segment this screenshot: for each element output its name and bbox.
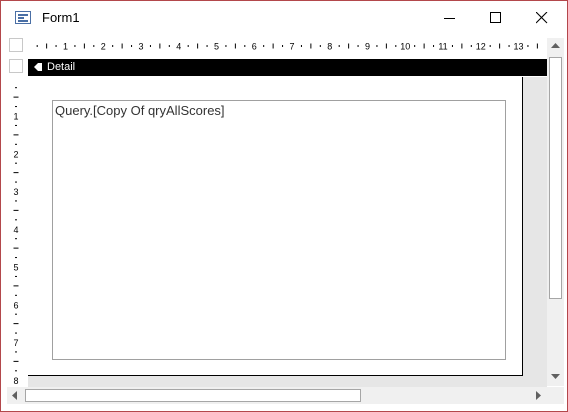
- close-icon: [536, 12, 548, 24]
- section-arrow-icon: [34, 63, 42, 71]
- ruler-number: 1: [13, 112, 18, 122]
- ruler-number: 9: [365, 42, 370, 52]
- scroll-down-button[interactable]: [547, 369, 564, 386]
- horizontal-scrollbar[interactable]: [7, 387, 547, 404]
- arrow-right-icon: [536, 391, 541, 400]
- ruler-number: 10: [400, 42, 410, 52]
- ruler-number: 6: [252, 42, 257, 52]
- control-source-text: Query.[Copy Of qryAllScores]: [55, 103, 225, 118]
- detail-section-bar[interactable]: Detail: [28, 59, 547, 76]
- ruler-number: 11: [438, 42, 447, 52]
- ruler-number: 12: [476, 42, 486, 52]
- ruler-number: 8: [327, 42, 332, 52]
- scroll-right-button[interactable]: [530, 387, 547, 404]
- horizontal-scroll-thumb[interactable]: [25, 389, 361, 402]
- ruler-number: 3: [13, 187, 18, 197]
- minimize-button[interactable]: [427, 1, 473, 35]
- arrow-up-icon: [551, 43, 560, 48]
- vertical-ruler-marks: 1 2 3 4 5 6 7 8: [13, 87, 19, 386]
- arrow-down-icon: [551, 374, 560, 379]
- ruler-number: 5: [214, 42, 219, 52]
- size-grip: [547, 387, 564, 404]
- maximize-button[interactable]: [473, 1, 519, 35]
- maximize-icon: [490, 12, 501, 23]
- bound-text-control[interactable]: Query.[Copy Of qryAllScores]: [52, 100, 506, 360]
- ruler-number: 8: [13, 376, 18, 386]
- ruler-number: 5: [13, 263, 18, 273]
- title-bar[interactable]: Form1: [1, 1, 567, 35]
- ruler-number: 1: [63, 42, 68, 52]
- window-title: Form1: [42, 10, 80, 25]
- ruler-number: 7: [289, 42, 294, 52]
- close-button[interactable]: [519, 1, 565, 35]
- form-selector[interactable]: [9, 38, 23, 52]
- scroll-up-button[interactable]: [547, 38, 564, 55]
- ruler-number: 7: [13, 338, 18, 348]
- section-label: Detail: [47, 61, 76, 73]
- ruler-number: 4: [13, 225, 18, 235]
- ruler-number: 4: [176, 42, 181, 52]
- horizontal-ruler[interactable]: 1 2 3 4 5 6 7 8 9 10 11 12 13: [28, 38, 547, 54]
- form-window: Form1 1 2 3 4 5 6 7 8 9 10 11 12 13 Detail 1234: [0, 0, 568, 412]
- ruler-number: 13: [513, 42, 523, 52]
- arrow-left-icon: [12, 391, 17, 400]
- form-icon: [15, 11, 31, 24]
- vertical-scroll-thumb[interactable]: [549, 57, 562, 299]
- vertical-scrollbar[interactable]: [547, 38, 564, 386]
- ruler-number: 2: [13, 149, 18, 159]
- minimize-icon: [444, 18, 455, 19]
- horizontal-ruler-marks: 1 2 3 4 5 6 7 8 9 10 11 12 13: [36, 42, 538, 52]
- scroll-left-button[interactable]: [7, 387, 24, 404]
- ruler-number: 2: [101, 42, 106, 52]
- vertical-ruler[interactable]: 1 2 3 4 5 6 7 8: [7, 77, 25, 389]
- ruler-number: 6: [13, 300, 18, 310]
- ruler-number: 3: [138, 42, 143, 52]
- section-selector[interactable]: [9, 59, 23, 73]
